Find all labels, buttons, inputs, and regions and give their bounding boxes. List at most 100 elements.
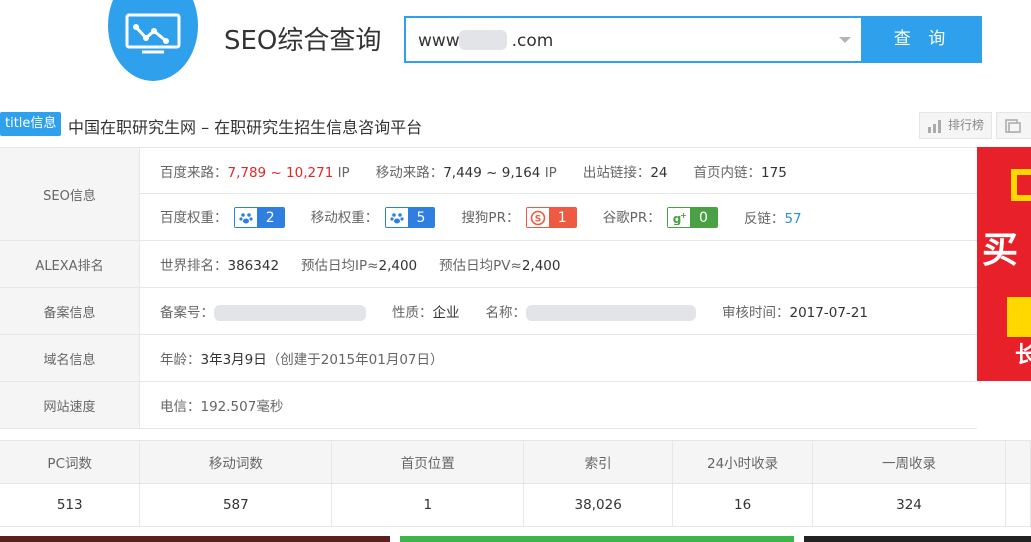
sogou-icon: S xyxy=(526,208,549,228)
inlinks: 首页内链：175 xyxy=(693,164,787,181)
stats-header-extra xyxy=(1005,440,1031,484)
chevron-down-icon[interactable] xyxy=(839,37,851,43)
icp-audit: 审核时间：2017-07-21 xyxy=(722,305,868,321)
rank-button[interactable]: 排行榜 xyxy=(919,112,992,139)
seo-info-table: SEO信息 百度来路：7,789 ~ 10,271 IP 移动来路：7,449 … xyxy=(0,147,977,429)
mobile-weight-badge[interactable]: 5 xyxy=(384,207,436,229)
icp-nature: 性质：企业 xyxy=(392,305,460,321)
sogou-pr: 搜狗PR： S 1 xyxy=(461,206,577,229)
seo-row: SEO信息 百度来路：7,789 ~ 10,271 IP 移动来路：7,449 … xyxy=(0,148,977,241)
stats-header: PC词数 xyxy=(0,440,141,484)
stats-value[interactable]: 38,026 xyxy=(523,483,674,527)
age-label: 年龄： xyxy=(160,352,201,368)
more-button[interactable] xyxy=(996,112,1031,139)
daily-pv-value: 2,400 xyxy=(521,258,561,274)
brand-title: SEO综合查询 xyxy=(224,26,382,56)
ad-text: 买 xyxy=(982,230,1019,271)
redacted-domain xyxy=(459,30,507,50)
redacted-icp-name xyxy=(526,305,696,321)
bottom-bar-3 xyxy=(804,536,1031,542)
sogou-pr-badge[interactable]: S 1 xyxy=(525,207,577,229)
stats-value-extra xyxy=(1005,483,1031,527)
icp-nature-value: 企业 xyxy=(432,305,460,321)
icp-row: 备案信息 备案号： 性质：企业 名称： 审核时间：2017-07-21 xyxy=(0,288,977,335)
stats-header: 一周收录 xyxy=(812,440,1006,484)
search-input[interactable]: www. .com xyxy=(404,16,863,63)
mobile-source: 移动来路：7,449 ~ 9,164 IP xyxy=(375,164,557,181)
stats-header: 索引 xyxy=(523,440,674,484)
ad-shape xyxy=(1007,297,1031,337)
world-rank-value[interactable]: 386342 xyxy=(228,258,280,274)
telecom-speed: 电信：192.507毫秒 xyxy=(160,399,284,415)
stats-value-row: 513 587 1 38,026 16 324 xyxy=(0,483,1031,527)
backlinks-link[interactable]: 57 xyxy=(784,211,801,227)
age-value[interactable]: 3年3月9日 xyxy=(201,348,267,368)
domain-row: 域名信息 年龄： 3年3月9日 （创建于2015年01月07日） xyxy=(0,335,977,382)
stats-value[interactable]: 324 xyxy=(812,483,1006,527)
stats-value[interactable]: 513 xyxy=(0,483,141,527)
svg-text:S: S xyxy=(535,214,541,224)
ad-text: 长 xyxy=(1015,343,1031,368)
stats-header-row: PC词数 移动词数 首页位置 索引 24小时收录 一周收录 xyxy=(0,440,1031,484)
mobile-weight-value: 5 xyxy=(407,208,435,228)
stats-value[interactable]: 1 xyxy=(331,483,525,527)
stats-value[interactable]: 587 xyxy=(139,483,333,527)
row-label: SEO信息 xyxy=(0,148,140,240)
daily-ip: 预估日均IP≈2,400 xyxy=(301,258,418,274)
redacted-icp-number[interactable] xyxy=(214,305,366,321)
seo-line-traffic: 百度来路：7,789 ~ 10,271 IP 移动来路：7,449 ~ 9,16… xyxy=(140,148,977,194)
baidu-paw-icon xyxy=(385,208,408,228)
domain-line: 年龄： 3年3月9日 （创建于2015年01月07日） xyxy=(140,335,977,381)
baidu-weight-badge[interactable]: 2 xyxy=(233,207,285,229)
bar-chart-icon xyxy=(928,120,941,133)
icp-number: 备案号： xyxy=(160,301,366,321)
daily-pv: 预估日均PV≈2,400 xyxy=(439,258,561,274)
stats-header: 移动词数 xyxy=(139,440,333,484)
baidu-weight: 百度权重： 2 xyxy=(160,206,285,229)
stats-table: PC词数 移动词数 首页位置 索引 24小时收录 一周收录 513 587 1 … xyxy=(0,440,1031,527)
ad-banner[interactable]: 买 长 xyxy=(977,147,1031,381)
bottom-bar-1 xyxy=(0,536,390,542)
stats-value[interactable]: 16 xyxy=(672,483,814,527)
google-pr-value: 0 xyxy=(690,208,717,228)
speed-row: 网站速度 电信：192.507毫秒 xyxy=(0,382,977,429)
backlinks: 反链：57 xyxy=(743,211,802,227)
icp-name: 名称： xyxy=(486,301,696,321)
bottom-bar-2 xyxy=(400,536,794,542)
world-rank: 世界排名：386342 xyxy=(160,258,280,274)
google-pr: 谷歌PR： g + 0 xyxy=(603,206,718,229)
rank-button-label: 排行榜 xyxy=(948,118,985,132)
ad-shape xyxy=(1011,169,1031,201)
alexa-line: 世界排名：386342 预估日均IP≈2,400 预估日均PV≈2,400 xyxy=(140,241,977,287)
baidu-source: 百度来路：7,789 ~ 10,271 IP xyxy=(160,164,350,181)
alexa-row: ALEXA排名 世界排名：386342 预估日均IP≈2,400 预估日均PV≈… xyxy=(0,241,977,288)
stats-header: 首页位置 xyxy=(331,440,525,484)
created-note: （创建于2015年01月07日） xyxy=(266,352,444,368)
site-title: 中国在职研究生网 – 在职研究生招生信息咨询平台 xyxy=(68,118,423,137)
row-label: ALEXA排名 xyxy=(0,241,140,287)
daily-ip-value: 2,400 xyxy=(378,258,418,274)
title-tag: title信息 xyxy=(0,112,62,136)
search-button[interactable]: 查 询 xyxy=(863,16,982,63)
outlinks-value[interactable]: 24 xyxy=(650,165,667,181)
baidu-weight-value: 2 xyxy=(256,208,284,228)
google-pr-badge[interactable]: g + 0 xyxy=(667,207,718,229)
stats-header: 24小时收录 xyxy=(672,440,814,484)
row-label: 备案信息 xyxy=(0,288,140,334)
svg-text:+: + xyxy=(680,211,687,220)
row-label: 域名信息 xyxy=(0,335,140,381)
sogou-pr-value: 1 xyxy=(548,208,576,228)
seo-line-weights: 百度权重： 2 移动权重： 5 搜狗PR： S 1 谷歌PR： g + 0 反链… xyxy=(140,194,977,240)
speed-line: 电信：192.507毫秒 xyxy=(140,382,977,428)
monitor-chart-icon xyxy=(125,13,181,54)
layers-icon xyxy=(1005,119,1021,133)
mobile-source-value[interactable]: 7,449 ~ 9,164 xyxy=(443,165,540,181)
baidu-paw-icon xyxy=(234,208,257,228)
logo[interactable] xyxy=(108,0,198,81)
google-plus-icon: g + xyxy=(668,208,691,228)
icp-audit-value: 2017-07-21 xyxy=(789,305,868,321)
inlinks-value[interactable]: 175 xyxy=(761,165,787,181)
mobile-weight: 移动权重： 5 xyxy=(311,206,436,229)
icp-line: 备案号： 性质：企业 名称： 审核时间：2017-07-21 xyxy=(140,288,977,334)
baidu-source-value[interactable]: 7,789 ~ 10,271 xyxy=(228,165,334,181)
